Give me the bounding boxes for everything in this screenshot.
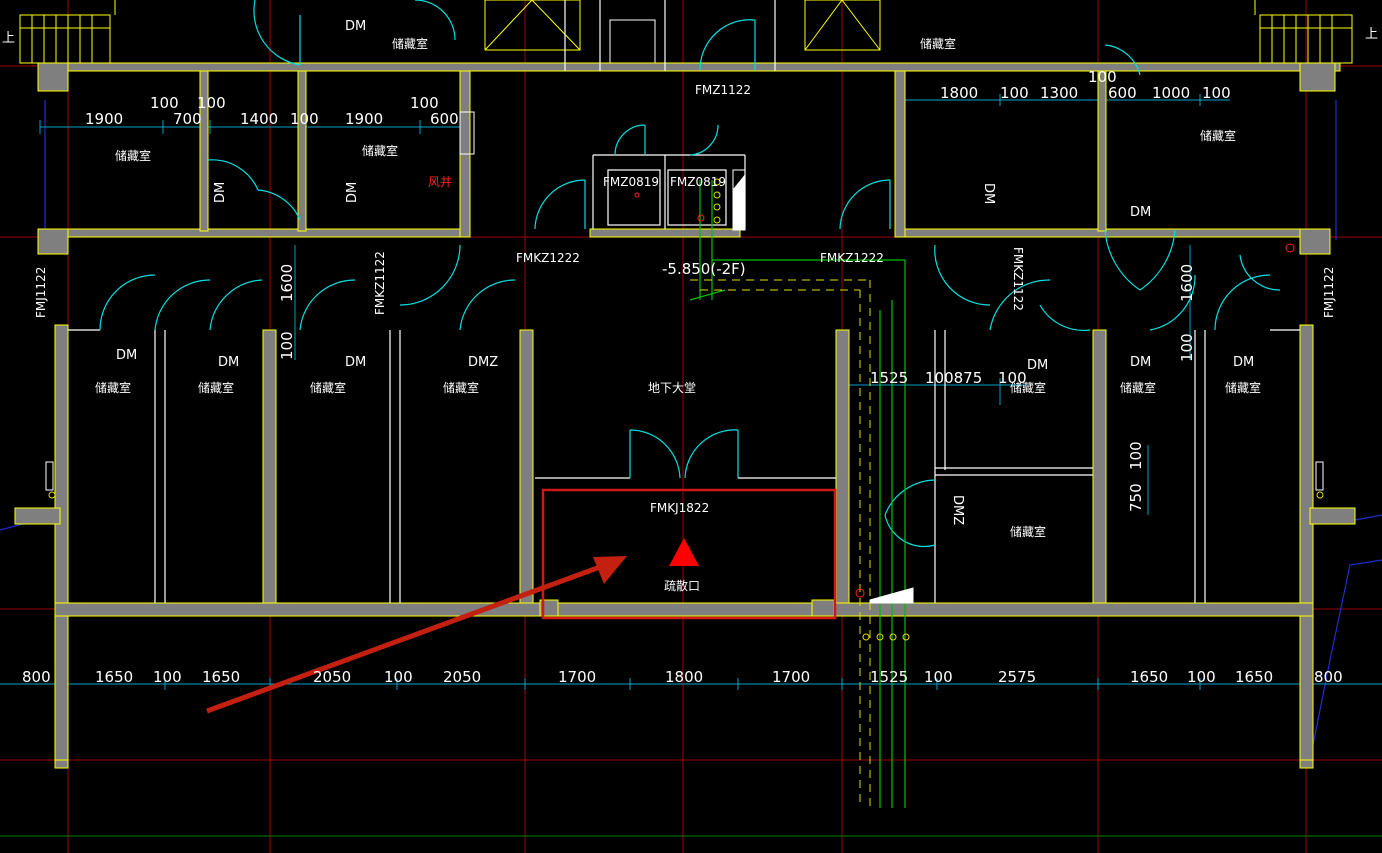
svg-text:750: 750 — [1127, 483, 1145, 512]
room-exit-label: 疏散口 — [664, 578, 700, 593]
tag-dm: DM — [213, 182, 228, 203]
room-storage-label: 储藏室 — [1225, 380, 1261, 395]
pipe-fittings — [45, 178, 1324, 641]
room-storage-label: 储藏室 — [310, 380, 346, 395]
svg-text:1400: 1400 — [240, 110, 278, 128]
svg-text:2050: 2050 — [443, 668, 481, 686]
svg-text:1900: 1900 — [345, 110, 383, 128]
svg-text:1700: 1700 — [558, 668, 596, 686]
svg-text:2575: 2575 — [998, 668, 1036, 686]
door-label-fmz0819-b: FMZ0819 — [670, 175, 726, 189]
svg-text:800: 800 — [22, 668, 51, 686]
svg-text:2050: 2050 — [313, 668, 351, 686]
tag-dm: DM — [1130, 355, 1151, 370]
door-label-fmkz1122-right: FMKZ1122 — [1011, 247, 1025, 311]
dimensions-top-right: 1800 100 1300 100 600 1000 100 — [940, 68, 1231, 102]
svg-text:1600: 1600 — [1178, 264, 1196, 302]
svg-text:100: 100 — [998, 369, 1027, 387]
walls — [14, 62, 1356, 769]
svg-text:100: 100 — [278, 331, 296, 360]
svg-text:100875: 100875 — [925, 369, 982, 387]
door-label-fmj1122-left: FMJ1122 — [34, 267, 48, 318]
svg-text:100: 100 — [197, 94, 226, 112]
tag-dm: DM — [1233, 355, 1254, 370]
room-hall-label: 地下大堂 — [648, 381, 696, 395]
tag-dm: DM — [1130, 205, 1151, 220]
tag-dm: DM — [345, 355, 366, 370]
room-storage-label: 储藏室 — [392, 36, 428, 51]
svg-text:100: 100 — [1000, 84, 1029, 102]
tag-dm: DM — [981, 183, 996, 204]
svg-text:100: 100 — [1187, 668, 1216, 686]
svg-text:1800: 1800 — [665, 668, 703, 686]
edge-label-left: 上 — [2, 31, 15, 46]
tag-dmz: DMZ — [468, 355, 498, 370]
tag-dm: DM — [1027, 358, 1048, 373]
room-storage-label: 储藏室 — [443, 380, 479, 395]
door-label-fmz1122: FMZ1122 — [695, 83, 751, 97]
svg-text:600: 600 — [1108, 84, 1137, 102]
room-storage-label: 储藏室 — [198, 380, 234, 395]
svg-text:1650: 1650 — [202, 668, 240, 686]
svg-text:1650: 1650 — [1235, 668, 1273, 686]
svg-text:1600: 1600 — [278, 264, 296, 302]
svg-text:1650: 1650 — [95, 668, 133, 686]
svg-text:800: 800 — [1314, 668, 1343, 686]
door-label-fmkz1122-left: FMKZ1122 — [373, 251, 387, 315]
shaft-label: 风井 — [428, 175, 452, 189]
tag-dmz: DMZ — [950, 495, 965, 525]
door-label-fmj1122-right: FMJ1122 — [1322, 267, 1336, 318]
svg-text:100: 100 — [1178, 333, 1196, 362]
room-storage-label: 储藏室 — [1010, 524, 1046, 539]
dimensions-top-left: 1900 100 700 100 1400 100 1900 100 600 — [85, 94, 459, 128]
svg-text:100: 100 — [153, 668, 182, 686]
exit-marker-icon — [669, 538, 699, 566]
room-storage-label: 储藏室 — [920, 36, 956, 51]
tag-dm: DM — [345, 182, 360, 203]
svg-text:1900: 1900 — [85, 110, 123, 128]
svg-text:1800: 1800 — [940, 84, 978, 102]
door-label-fmkz1222-left: FMKZ1222 — [516, 251, 580, 265]
svg-text:1525: 1525 — [870, 369, 908, 387]
tag-dm: DM — [345, 19, 366, 34]
tag-dm: DM — [218, 355, 239, 370]
svg-text:1000: 1000 — [1152, 84, 1190, 102]
svg-text:1525: 1525 — [870, 668, 908, 686]
dimensions-bottom: 800 1650 100 1650 2050 100 2050 1700 180… — [22, 668, 1343, 686]
stair-block-right — [1254, 0, 1353, 64]
door-label-fmz0819-a: FMZ0819 — [603, 175, 659, 189]
svg-text:700: 700 — [173, 110, 202, 128]
svg-text:100: 100 — [924, 668, 953, 686]
svg-text:600: 600 — [430, 110, 459, 128]
room-storage-label: 储藏室 — [115, 148, 151, 163]
svg-text:100: 100 — [384, 668, 413, 686]
svg-text:1650: 1650 — [1130, 668, 1168, 686]
room-storage-label: 储藏室 — [362, 143, 398, 158]
door-label-fmkz1222-right: FMKZ1222 — [820, 251, 884, 265]
level-elevation-label: -5.850(-2F) — [662, 260, 746, 278]
dimensions-mid-right: 1525 100875 100 — [870, 369, 1027, 387]
tag-dm: DM — [116, 348, 137, 363]
svg-text:1300: 1300 — [1040, 84, 1078, 102]
edge-label-right: 上 — [1365, 27, 1378, 42]
cad-drawing-canvas[interactable]: 储藏室 储藏室 储藏室 储藏室 储藏室 储藏室 储藏室 储藏室 储藏室 储藏室 … — [0, 0, 1382, 853]
svg-text:100: 100 — [1202, 84, 1231, 102]
svg-text:100: 100 — [290, 110, 319, 128]
room-storage-label: 储藏室 — [95, 380, 131, 395]
door-label-fmkj1822: FMKJ1822 — [650, 501, 709, 515]
svg-text:1700: 1700 — [772, 668, 810, 686]
svg-text:100: 100 — [1127, 441, 1145, 470]
room-storage-label: 储藏室 — [1200, 128, 1236, 143]
room-storage-label: 储藏室 — [1120, 380, 1156, 395]
